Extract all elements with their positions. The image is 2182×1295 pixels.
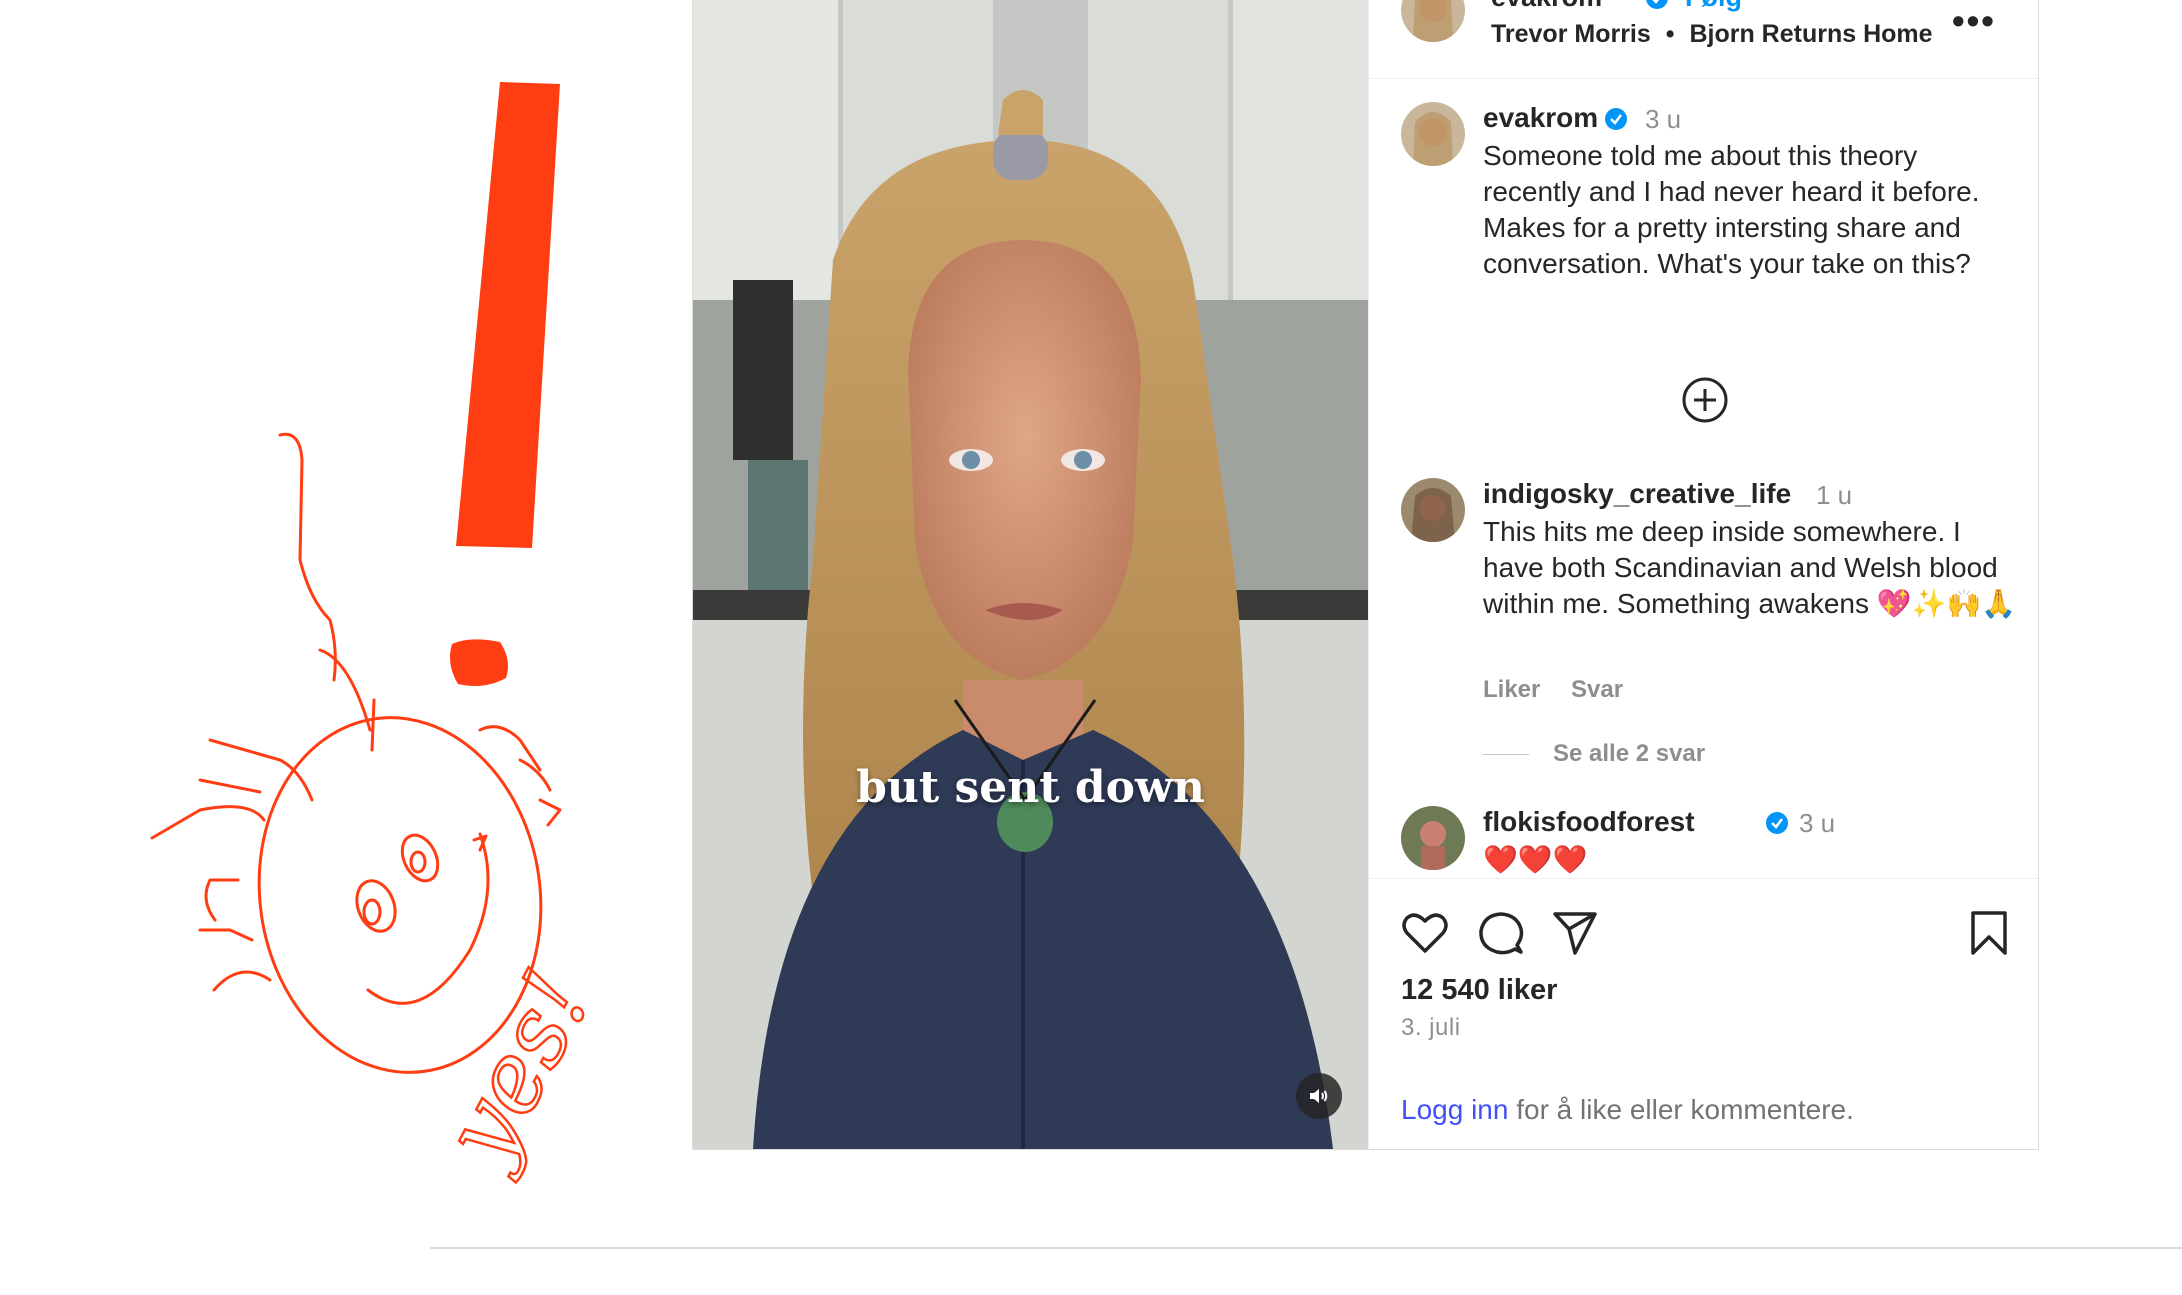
more-options-icon[interactable]: ••• — [1952, 0, 1996, 42]
speaker-icon — [1310, 1089, 1328, 1103]
view-replies-label[interactable]: Se alle 2 svar — [1553, 740, 1705, 767]
login-prompt: Logg inn for å like eller kommentere. — [1401, 1094, 1854, 1126]
post-sidebar: evakrom Følg Trevor Morris • Bjorn Retur… — [1368, 0, 2038, 1149]
comment-username[interactable]: evakrom — [1483, 102, 1598, 134]
author-avatar[interactable] — [1401, 0, 1465, 42]
audio-attribution[interactable]: Trevor Morris • Bjorn Returns Home — [1491, 20, 1933, 49]
comment-time[interactable]: 1 u — [1816, 480, 1852, 511]
verified-badge-icon — [1766, 812, 1788, 834]
likes-count[interactable]: 12 540 liker — [1401, 974, 1557, 1007]
doodle-drawing: yes! — [150, 82, 615, 1186]
bottom-divider — [430, 1247, 2182, 1249]
post-video[interactable]: but sent down — [693, 0, 1368, 1149]
post-actions: 12 540 liker 3. juli Logg inn for å like… — [1369, 878, 2038, 1149]
comment-icon[interactable] — [1475, 907, 1527, 959]
comment-time[interactable]: 3 u — [1645, 104, 1681, 135]
post-header: evakrom Følg Trevor Morris • Bjorn Retur… — [1369, 0, 2038, 79]
mute-toggle-button[interactable] — [1296, 1073, 1342, 1119]
login-link[interactable]: Logg inn — [1401, 1094, 1508, 1125]
comments-list: evakrom 3 u Someone told me about this t… — [1369, 78, 2038, 878]
verified-badge-icon — [1605, 108, 1627, 130]
comment-text: This hits me deep inside somewhere. I ha… — [1483, 516, 2017, 619]
comment-avatar[interactable] — [1401, 806, 1465, 870]
video-frame — [693, 0, 1368, 1149]
comment-avatar[interactable] — [1401, 102, 1465, 166]
verified-badge-icon — [1646, 0, 1668, 9]
comment-text: Someone told me about this theory recent… — [1483, 140, 1980, 279]
login-prompt-text: for å like eller kommentere. — [1508, 1094, 1854, 1125]
reply-button[interactable]: Svar — [1571, 676, 1623, 703]
view-replies-button[interactable]: Se alle 2 svar — [1483, 740, 1705, 768]
share-icon[interactable] — [1549, 907, 1601, 959]
comment-avatar[interactable] — [1401, 478, 1465, 542]
like-comment-button[interactable]: Liker — [1483, 676, 1540, 703]
comment-time[interactable]: 3 u — [1799, 808, 1835, 839]
load-more-comments-icon[interactable] — [1681, 376, 1729, 424]
replies-divider — [1483, 754, 1529, 756]
bookmark-icon[interactable] — [1963, 907, 2015, 959]
video-caption: but sent down — [856, 762, 1205, 813]
comment-username[interactable]: indigosky_creative_life — [1483, 478, 1791, 510]
audio-artist[interactable]: Trevor Morris — [1491, 20, 1651, 48]
audio-title[interactable]: Bjorn Returns Home — [1689, 20, 1932, 48]
follow-button[interactable]: Følg — [1685, 0, 1742, 13]
comment-username[interactable]: flokisfoodforest — [1483, 806, 1695, 838]
exclamation-mark — [450, 82, 560, 686]
heart-icon[interactable] — [1399, 907, 1451, 959]
instagram-post: but sent down evakrom Følg Trevor Morris… — [692, 0, 2039, 1150]
comment-text: ❤️❤️❤️ — [1483, 844, 1588, 875]
audio-separator: • — [1665, 20, 1675, 48]
author-username[interactable]: evakrom — [1491, 0, 1602, 13]
post-date[interactable]: 3. juli — [1401, 1014, 1461, 1042]
doodle-handwriting: yes! — [420, 953, 614, 1185]
